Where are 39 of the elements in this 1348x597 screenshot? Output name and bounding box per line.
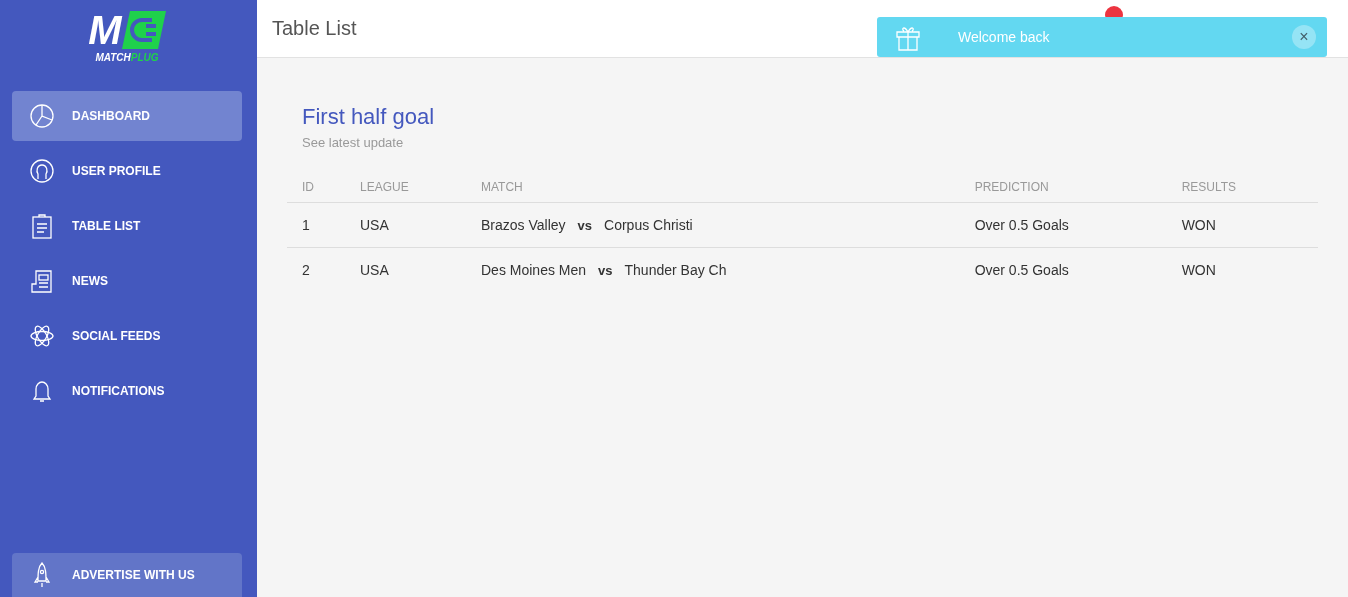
column-header: ID <box>287 172 345 203</box>
pie-chart-icon <box>29 103 55 129</box>
close-button[interactable]: × <box>1292 25 1316 49</box>
column-header: RESULTS <box>1166 172 1318 203</box>
newspaper-icon <box>29 268 55 294</box>
nav-item[interactable]: NEWS <box>12 256 242 306</box>
nav-item[interactable]: NOTIFICATIONS <box>12 366 242 416</box>
team-name: Thunder Bay Ch <box>624 262 727 278</box>
card-title: First half goal <box>302 104 436 130</box>
versus-label: vs <box>577 218 593 233</box>
table-cell: Over 0.5 Goals <box>959 202 1167 248</box>
logo-name: MATCHPLUG <box>95 52 159 63</box>
table-cell: WON <box>1166 202 1318 248</box>
card-subtitle: See latest update <box>302 135 405 150</box>
nav-item[interactable]: TABLE LIST <box>12 201 242 251</box>
table-cell: USA <box>345 202 466 248</box>
toast-message: Welcome back <box>958 29 1051 45</box>
table-cell: Over 0.5 Goals <box>959 247 1167 292</box>
table-cell: USA <box>345 247 466 292</box>
column-header: PREDICTION <box>959 172 1167 203</box>
table-cell: 2 <box>287 247 345 292</box>
table-cell: WON <box>1166 247 1318 292</box>
versus-label: vs <box>598 263 613 278</box>
clipboard-icon <box>29 213 55 239</box>
plug-icon <box>121 11 166 49</box>
logo-letter: M <box>88 11 122 49</box>
column-header: LEAGUE <box>345 172 466 203</box>
atom-icon <box>29 323 55 349</box>
nav-item[interactable]: USER PROFILE <box>12 146 242 196</box>
team-name: Des Moines Men <box>481 262 587 278</box>
team-name: Corpus Christi <box>604 217 693 233</box>
team-name: Brazos Valley <box>481 217 566 233</box>
column-header: MATCH <box>466 172 960 203</box>
nav-item[interactable]: SOCIAL FEEDS <box>12 311 242 361</box>
table-cell: 1 <box>287 202 345 248</box>
user-icon <box>29 158 55 184</box>
page-title: Table List <box>272 17 357 40</box>
advertise-button[interactable]: ADVERTISE WITH US <box>12 553 242 597</box>
nav-item[interactable]: DASHBOARD <box>12 91 242 141</box>
